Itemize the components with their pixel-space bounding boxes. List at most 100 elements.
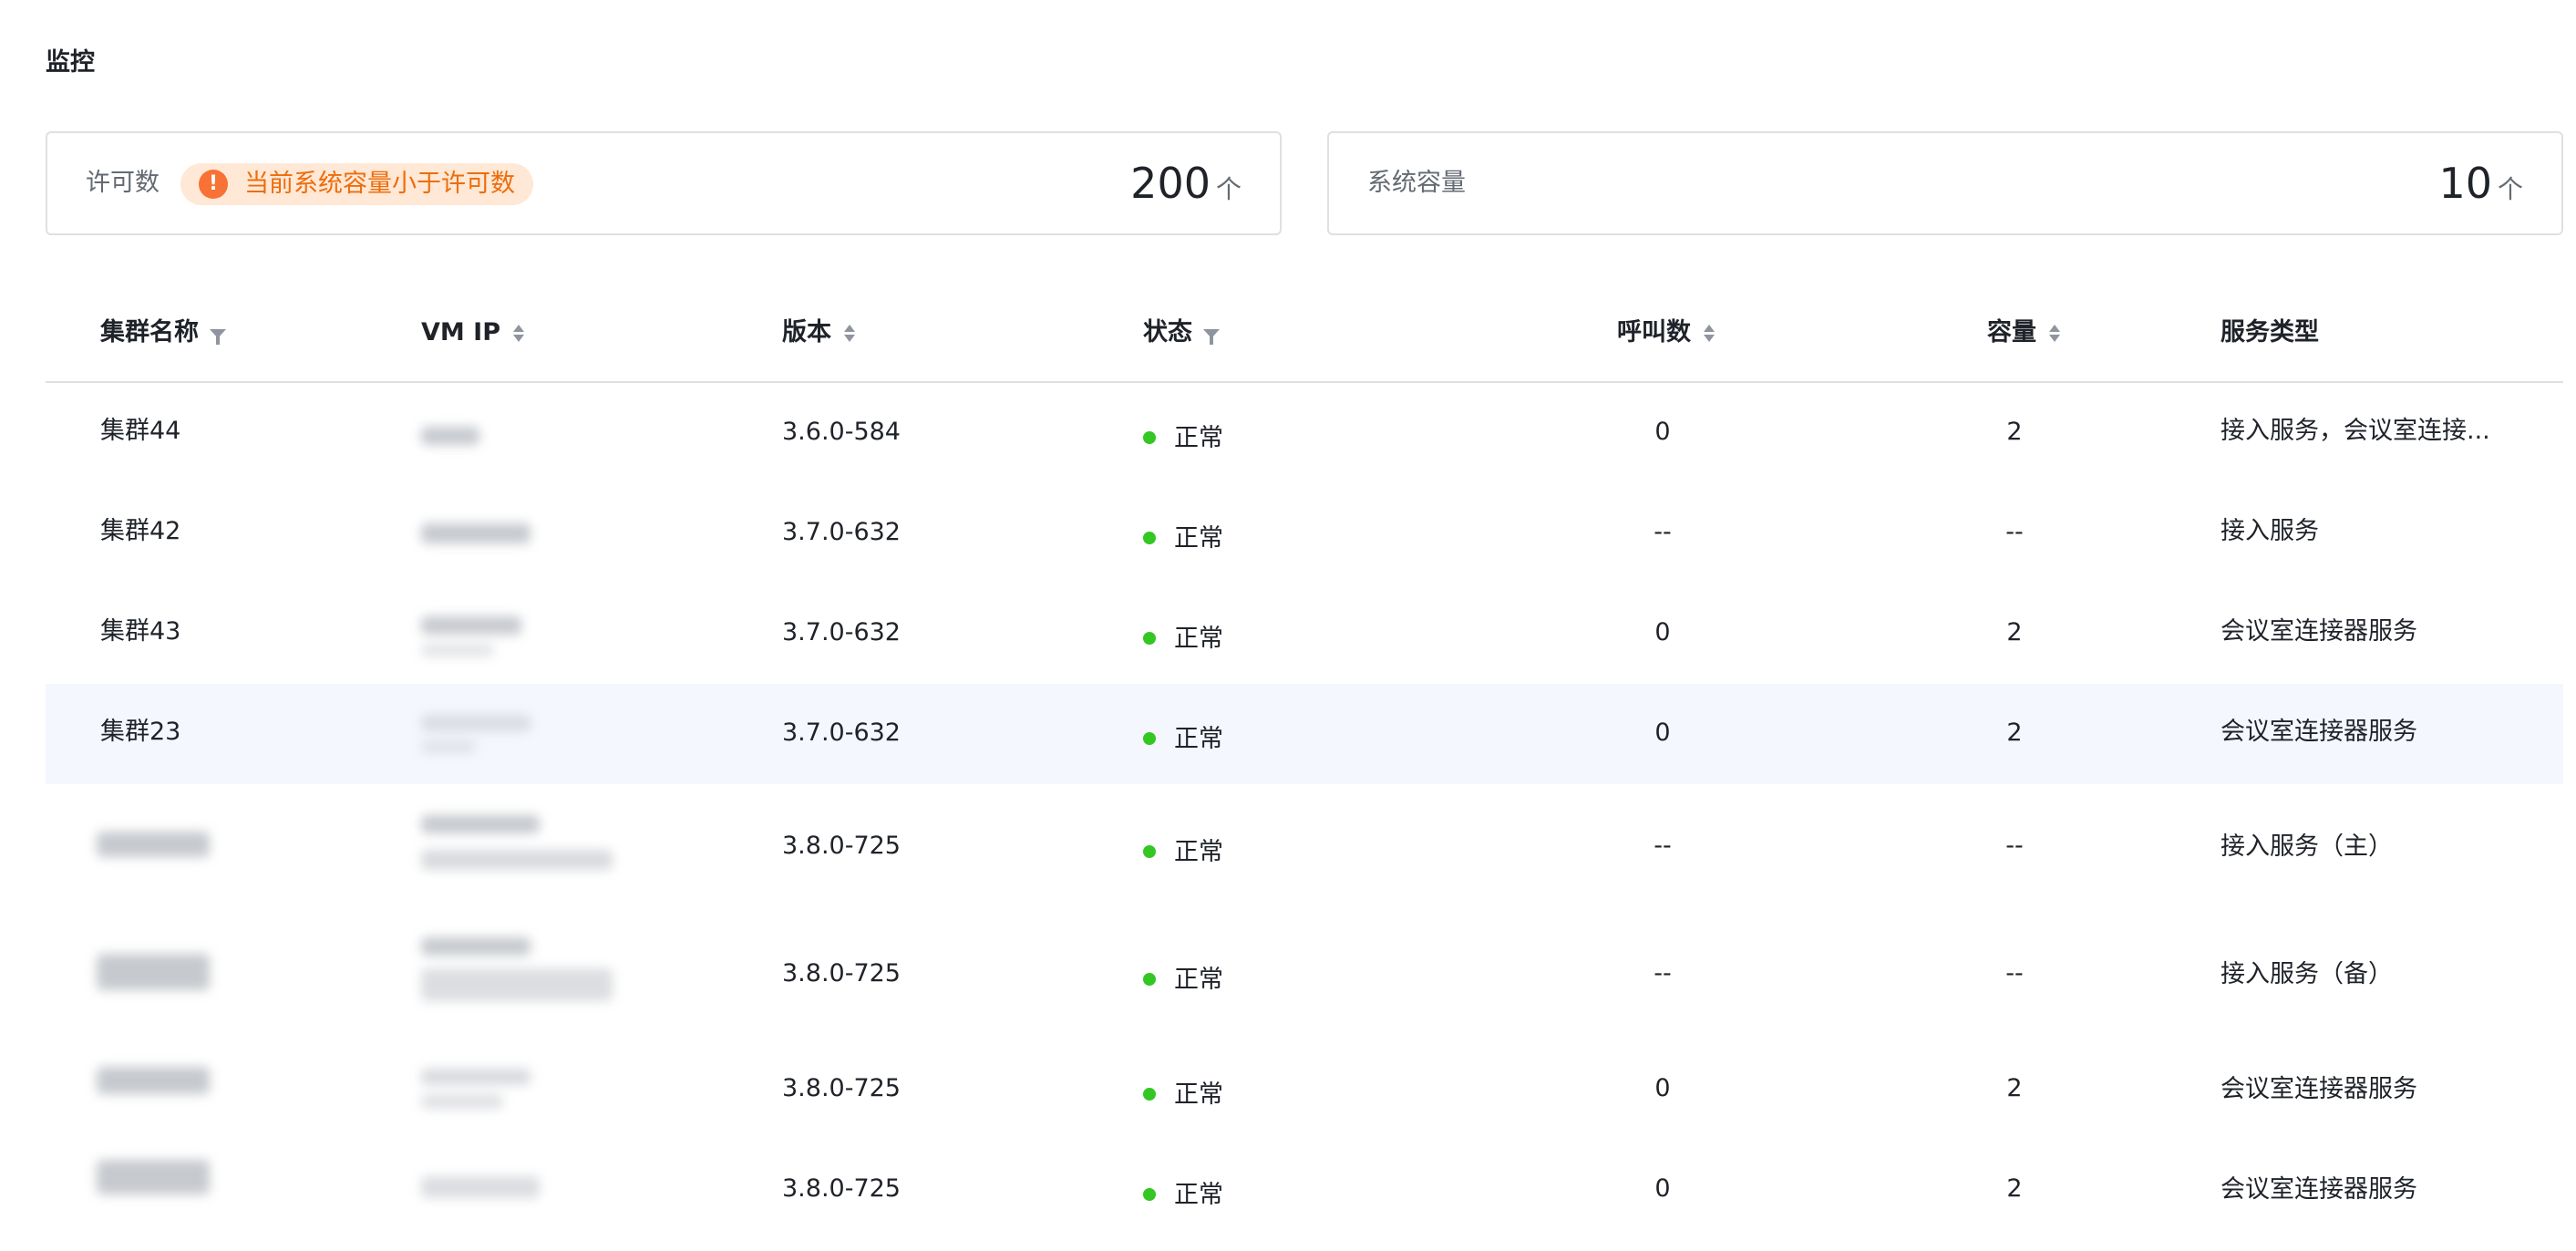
cell-status: 正常 [1143,418,1223,453]
table-row[interactable]: 集群23 3.7.0-632 正常 0 2 会议室连接器服务 [46,684,2563,784]
cell-service-type: 会议室连接器服务 [2221,1175,2417,1204]
cell-status: 正常 [1143,719,1223,754]
capacity-warning-text: 当前系统容量小于许可数 [244,170,515,198]
redacted-vm-ip [421,968,613,1001]
redacted-vm-ip [421,1176,540,1198]
column-header-label: 服务类型 [2221,318,2319,346]
cell-capacity: 2 [2006,719,2023,747]
cell-version: 3.7.0-632 [782,719,901,747]
table-row[interactable]: 集群43 3.7.0-632 正常 0 2 会议室连接器服务 [46,584,2563,684]
cell-calls: 0 [1654,1174,1671,1203]
system-capacity-card: 系统容量 10 个 [1327,131,2563,235]
cell-version: 3.7.0-632 [782,618,901,646]
cell-capacity: -- [2005,518,2024,546]
redacted-cluster-name [97,1067,210,1094]
redacted-vm-ip [421,937,531,956]
status-ok-dot [1143,844,1156,858]
cell-version: 3.7.0-632 [782,518,901,546]
cell-status: 正常 [1143,1174,1223,1210]
table-row[interactable]: 3.8.0-725 正常 0 2 会议室连接器服务 [46,1140,2563,1240]
cell-status: 正常 [1143,959,1223,995]
cell-status: 正常 [1143,618,1223,654]
cell-version: 3.8.0-725 [782,832,901,860]
table-row[interactable]: 3.8.0-725 正常 -- -- 接入服务（主） [46,784,2563,912]
cell-cluster-name: 集群42 [100,517,181,545]
column-header-label: 集群名称 [100,318,199,346]
cell-service-type: 接入服务（备） [2221,960,2393,988]
redacted-vm-ip [421,1094,503,1109]
redacted-vm-ip [421,427,479,445]
column-header-calls[interactable]: 呼叫数 [1617,284,1715,381]
cell-status-text: 正常 [1174,625,1223,653]
sort-icon[interactable] [1704,325,1715,343]
table-row[interactable]: 3.8.0-725 正常 0 2 会议室连接器服务 [46,1039,2563,1140]
filter-icon[interactable] [1203,329,1220,345]
redacted-vm-ip [421,815,540,833]
cell-service-type: 会议室连接器服务 [2221,617,2417,646]
column-header-status[interactable]: 状态 [1143,284,1220,381]
capacity-warning-badge: ! 当前系统容量小于许可数 [180,163,533,205]
cell-cluster-name: 集群23 [100,718,181,746]
cell-calls: -- [1654,959,1672,987]
status-ok-dot [1143,631,1156,645]
column-header-cluster-name[interactable]: 集群名称 [100,284,226,381]
status-ok-dot [1143,1087,1156,1101]
sort-icon[interactable] [844,325,855,343]
cell-capacity: -- [2005,832,2024,860]
cell-calls: 0 [1654,1074,1671,1102]
system-capacity-unit: 个 [2497,174,2523,204]
filter-icon[interactable] [210,329,226,345]
column-header-label: 容量 [1987,318,2036,346]
column-header-service-type: 服务类型 [2221,284,2319,381]
sort-icon[interactable] [2049,325,2060,343]
column-header-label: VM IP [421,318,500,346]
cluster-table: 集群名称 VM IP 版本 状态 呼叫数 容量 服务类型 集群44 3.6.0-… [46,284,2563,1240]
column-header-label: 状态 [1143,318,1192,346]
cell-cluster-name: 集群44 [100,417,181,445]
table-row[interactable]: 3.8.0-725 正常 -- -- 接入服务（备） [46,912,2563,1039]
page-title: 监控 [46,48,95,77]
redacted-cluster-name [97,1160,210,1194]
sort-icon[interactable] [513,325,524,343]
column-header-version[interactable]: 版本 [782,284,855,381]
license-count-card: 许可数 ! 当前系统容量小于许可数 200 个 [46,131,1282,235]
system-capacity-number: 10 [2438,159,2492,208]
cell-capacity: 2 [2006,618,2023,646]
redacted-vm-ip [421,740,476,753]
cell-version: 3.8.0-725 [782,1174,901,1203]
column-header-capacity[interactable]: 容量 [1987,284,2060,381]
cell-status-text: 正常 [1174,725,1223,753]
license-count-number: 200 [1130,159,1211,208]
redacted-vm-ip [421,523,531,543]
cell-service-type: 接入服务（主） [2221,832,2393,861]
system-capacity-label: 系统容量 [1367,169,1466,197]
cell-calls: -- [1654,518,1672,546]
system-capacity-value: 10 个 [2438,133,2523,233]
cell-capacity: 2 [2006,1074,2023,1102]
redacted-vm-ip [421,850,613,870]
cell-status: 正常 [1143,1074,1223,1110]
table-row[interactable]: 集群44 3.6.0-584 正常 0 2 接入服务，会议室连接... [46,383,2563,483]
redacted-vm-ip [421,644,494,657]
cell-status-text: 正常 [1174,838,1223,866]
redacted-vm-ip [421,616,521,635]
cell-version: 3.6.0-584 [782,418,901,446]
redacted-vm-ip [421,715,531,731]
cell-status-text: 正常 [1174,1080,1223,1109]
cell-status-text: 正常 [1174,524,1223,553]
table-row[interactable]: 集群42 3.7.0-632 正常 -- -- 接入服务 [46,483,2563,584]
cell-calls: -- [1654,832,1672,860]
cell-capacity: 2 [2006,1174,2023,1203]
cell-status-text: 正常 [1174,424,1223,452]
cell-version: 3.8.0-725 [782,1074,901,1102]
cell-service-type: 接入服务，会议室连接... [2221,417,2490,445]
status-ok-dot [1143,1187,1156,1201]
status-ok-dot [1143,972,1156,986]
column-header-label: 呼叫数 [1617,318,1691,346]
cell-status-text: 正常 [1174,1181,1223,1209]
cell-capacity: -- [2005,959,2024,987]
column-header-vm-ip[interactable]: VM IP [421,284,524,381]
cell-capacity: 2 [2006,418,2023,446]
status-ok-dot [1143,531,1156,544]
cell-service-type: 会议室连接器服务 [2221,1075,2417,1103]
